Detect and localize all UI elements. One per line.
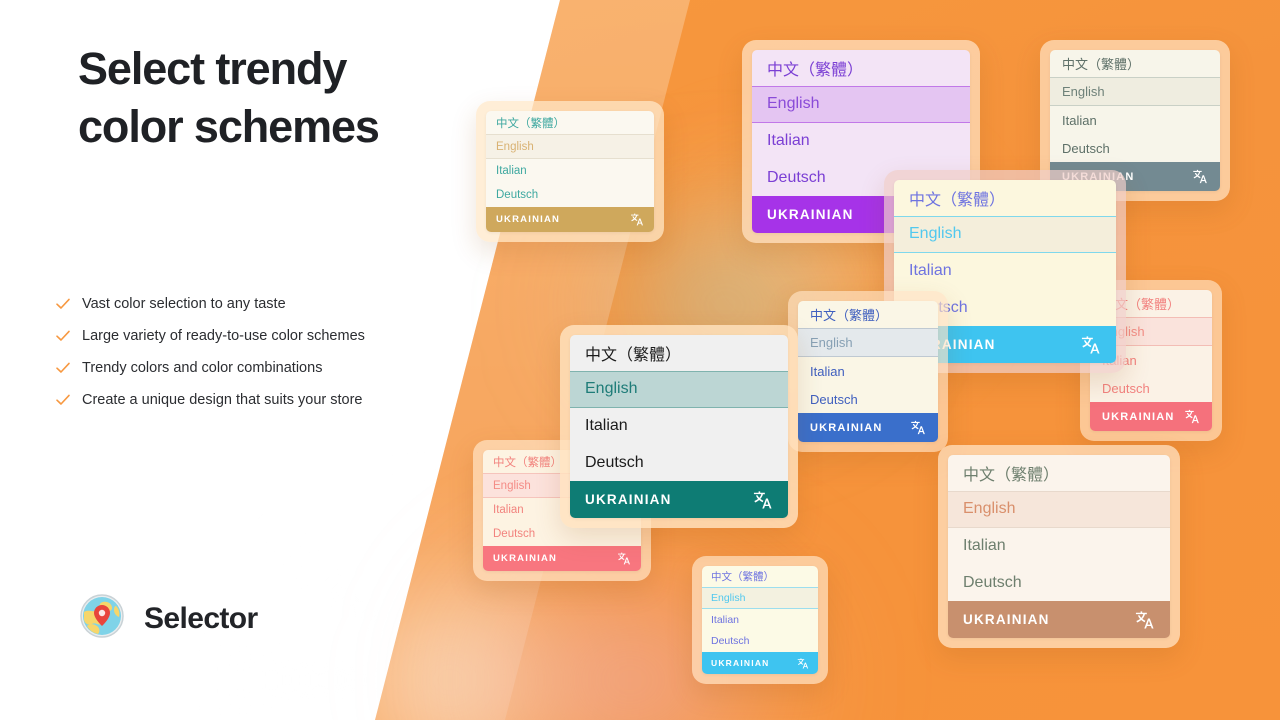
language-option-english[interactable]: English <box>894 216 1116 253</box>
ukrainian-label: UKRAINIAN <box>767 207 854 222</box>
globe-pin-icon <box>78 592 126 645</box>
language-option-italian[interactable]: Italian <box>1050 106 1220 134</box>
translate-icon-wrap[interactable] <box>796 657 809 670</box>
language-option-deutsch[interactable]: Deutsch <box>486 183 654 207</box>
feature-label: Large variety of ready-to-use color sche… <box>82 328 365 344</box>
language-option-english[interactable]: English <box>1050 78 1220 106</box>
translate-icon <box>631 213 643 226</box>
language-selector-card[interactable]: 中文（繁體）EnglishItalianDeutsch UKRAINIAN <box>938 445 1180 648</box>
brand-name: Selector <box>144 601 258 635</box>
feature-item: Vast color selection to any taste <box>55 288 415 320</box>
language-option-english[interactable]: English <box>798 329 938 357</box>
feature-item: Create a unique design that suits your s… <box>55 384 415 416</box>
feature-item: Large variety of ready-to-use color sche… <box>55 320 415 352</box>
feature-list: Vast color selection to any taste Large v… <box>55 288 415 416</box>
language-option-chinese[interactable]: 中文（繁體） <box>1050 50 1220 78</box>
language-option-deutsch[interactable]: Deutsch <box>702 630 818 652</box>
language-dropdown[interactable]: 中文（繁體）EnglishItalianDeutsch UKRAINIAN <box>798 301 938 442</box>
language-option-deutsch[interactable]: Deutsch <box>1090 374 1212 402</box>
language-dropdown[interactable]: 中文（繁體）EnglishItalianDeutsch UKRAINIAN <box>702 566 818 674</box>
translate-icon <box>797 657 809 669</box>
brand-logo: Selector <box>78 592 258 645</box>
ukrainian-label: UKRAINIAN <box>493 553 558 564</box>
translate-icon-wrap[interactable] <box>1079 334 1101 356</box>
language-option-chinese[interactable]: 中文（繁體） <box>948 455 1170 492</box>
language-option-chinese[interactable]: 中文（繁體） <box>702 566 818 588</box>
language-selector-card[interactable]: 中文（繁體）EnglishItalianDeutsch UKRAINIAN <box>560 325 798 528</box>
check-icon <box>56 330 70 341</box>
ukrainian-label: UKRAINIAN <box>810 421 883 434</box>
language-option-ukrainian[interactable]: UKRAINIAN <box>570 481 788 518</box>
ukrainian-label: UKRAINIAN <box>585 492 672 507</box>
language-option-chinese[interactable]: 中文（繁體） <box>752 50 970 87</box>
language-option-ukrainian[interactable]: UKRAINIAN <box>486 207 654 232</box>
language-option-chinese[interactable]: 中文（繁體） <box>798 301 938 329</box>
translate-icon-wrap[interactable] <box>751 489 773 511</box>
feature-label: Vast color selection to any taste <box>82 296 286 312</box>
language-option-english[interactable]: English <box>948 491 1170 528</box>
ukrainian-label: UKRAINIAN <box>963 612 1050 627</box>
translate-icon <box>753 490 772 509</box>
language-option-italian[interactable]: Italian <box>570 408 788 445</box>
language-option-english[interactable]: English <box>752 86 970 123</box>
language-option-deutsch[interactable]: Deutsch <box>570 444 788 481</box>
language-selector-card[interactable]: 中文（繁體）EnglishItalianDeutsch UKRAINIAN <box>788 291 948 452</box>
language-option-chinese[interactable]: 中文（繁體） <box>570 335 788 372</box>
check-icon <box>56 298 70 309</box>
language-option-english[interactable]: English <box>570 371 788 408</box>
language-option-italian[interactable]: Italian <box>894 253 1116 290</box>
language-option-italian[interactable]: Italian <box>752 123 970 160</box>
language-option-english[interactable]: English <box>486 135 654 159</box>
feature-item: Trendy colors and color combinations <box>55 352 415 384</box>
language-selector-card[interactable]: 中文（繁體）EnglishItalianDeutsch UKRAINIAN <box>692 556 828 684</box>
language-option-italian[interactable]: Italian <box>702 609 818 631</box>
translate-icon <box>1193 169 1207 184</box>
ukrainian-label: UKRAINIAN <box>1102 410 1175 423</box>
language-option-ukrainian[interactable]: UKRAINIAN <box>702 652 818 674</box>
language-option-ukrainian[interactable]: UKRAINIAN <box>483 546 641 571</box>
text-column: Select trendy color schemes <box>78 40 408 156</box>
translate-icon <box>1135 610 1154 629</box>
feature-label: Trendy colors and color combinations <box>82 360 323 376</box>
language-option-chinese[interactable]: 中文（繁體） <box>894 180 1116 217</box>
translate-icon <box>1185 409 1199 424</box>
language-option-english[interactable]: English <box>702 587 818 609</box>
feature-label: Create a unique design that suits your s… <box>82 392 363 408</box>
promo-banner: Select trendy color schemes Vast color s… <box>0 0 1280 720</box>
check-icon <box>56 362 70 373</box>
language-option-ukrainian[interactable]: UKRAINIAN <box>1090 402 1212 431</box>
translate-icon <box>911 420 925 435</box>
language-dropdown[interactable]: 中文（繁體）EnglishItalianDeutsch UKRAINIAN <box>570 335 788 518</box>
translate-icon <box>1081 335 1100 354</box>
translate-icon-wrap[interactable] <box>1183 408 1200 425</box>
ukrainian-label: UKRAINIAN <box>711 658 770 668</box>
language-dropdown[interactable]: 中文（繁體）EnglishItalianDeutsch UKRAINIAN <box>486 111 654 232</box>
check-icon <box>56 394 70 405</box>
translate-icon-wrap[interactable] <box>1133 609 1155 631</box>
language-option-ukrainian[interactable]: UKRAINIAN <box>798 413 938 442</box>
language-dropdown[interactable]: 中文（繁體）EnglishItalianDeutsch UKRAINIAN <box>948 455 1170 638</box>
translate-icon-wrap[interactable] <box>629 212 644 227</box>
translate-icon <box>618 552 630 565</box>
translate-icon-wrap[interactable] <box>616 551 631 566</box>
language-option-deutsch[interactable]: Deutsch <box>948 564 1170 601</box>
language-option-italian[interactable]: Italian <box>486 159 654 183</box>
ukrainian-label: UKRAINIAN <box>496 214 561 225</box>
language-option-ukrainian[interactable]: UKRAINIAN <box>948 601 1170 638</box>
language-option-chinese[interactable]: 中文（繁體） <box>486 111 654 135</box>
language-option-deutsch[interactable]: Deutsch <box>1050 134 1220 162</box>
language-option-deutsch[interactable]: Deutsch <box>798 385 938 413</box>
language-option-italian[interactable]: Italian <box>798 357 938 385</box>
translate-icon-wrap[interactable] <box>1191 168 1208 185</box>
translate-icon-wrap[interactable] <box>909 419 926 436</box>
language-selector-card[interactable]: 中文（繁體）EnglishItalianDeutsch UKRAINIAN <box>476 101 664 242</box>
page-title: Select trendy color schemes <box>78 43 380 152</box>
language-option-italian[interactable]: Italian <box>948 528 1170 565</box>
